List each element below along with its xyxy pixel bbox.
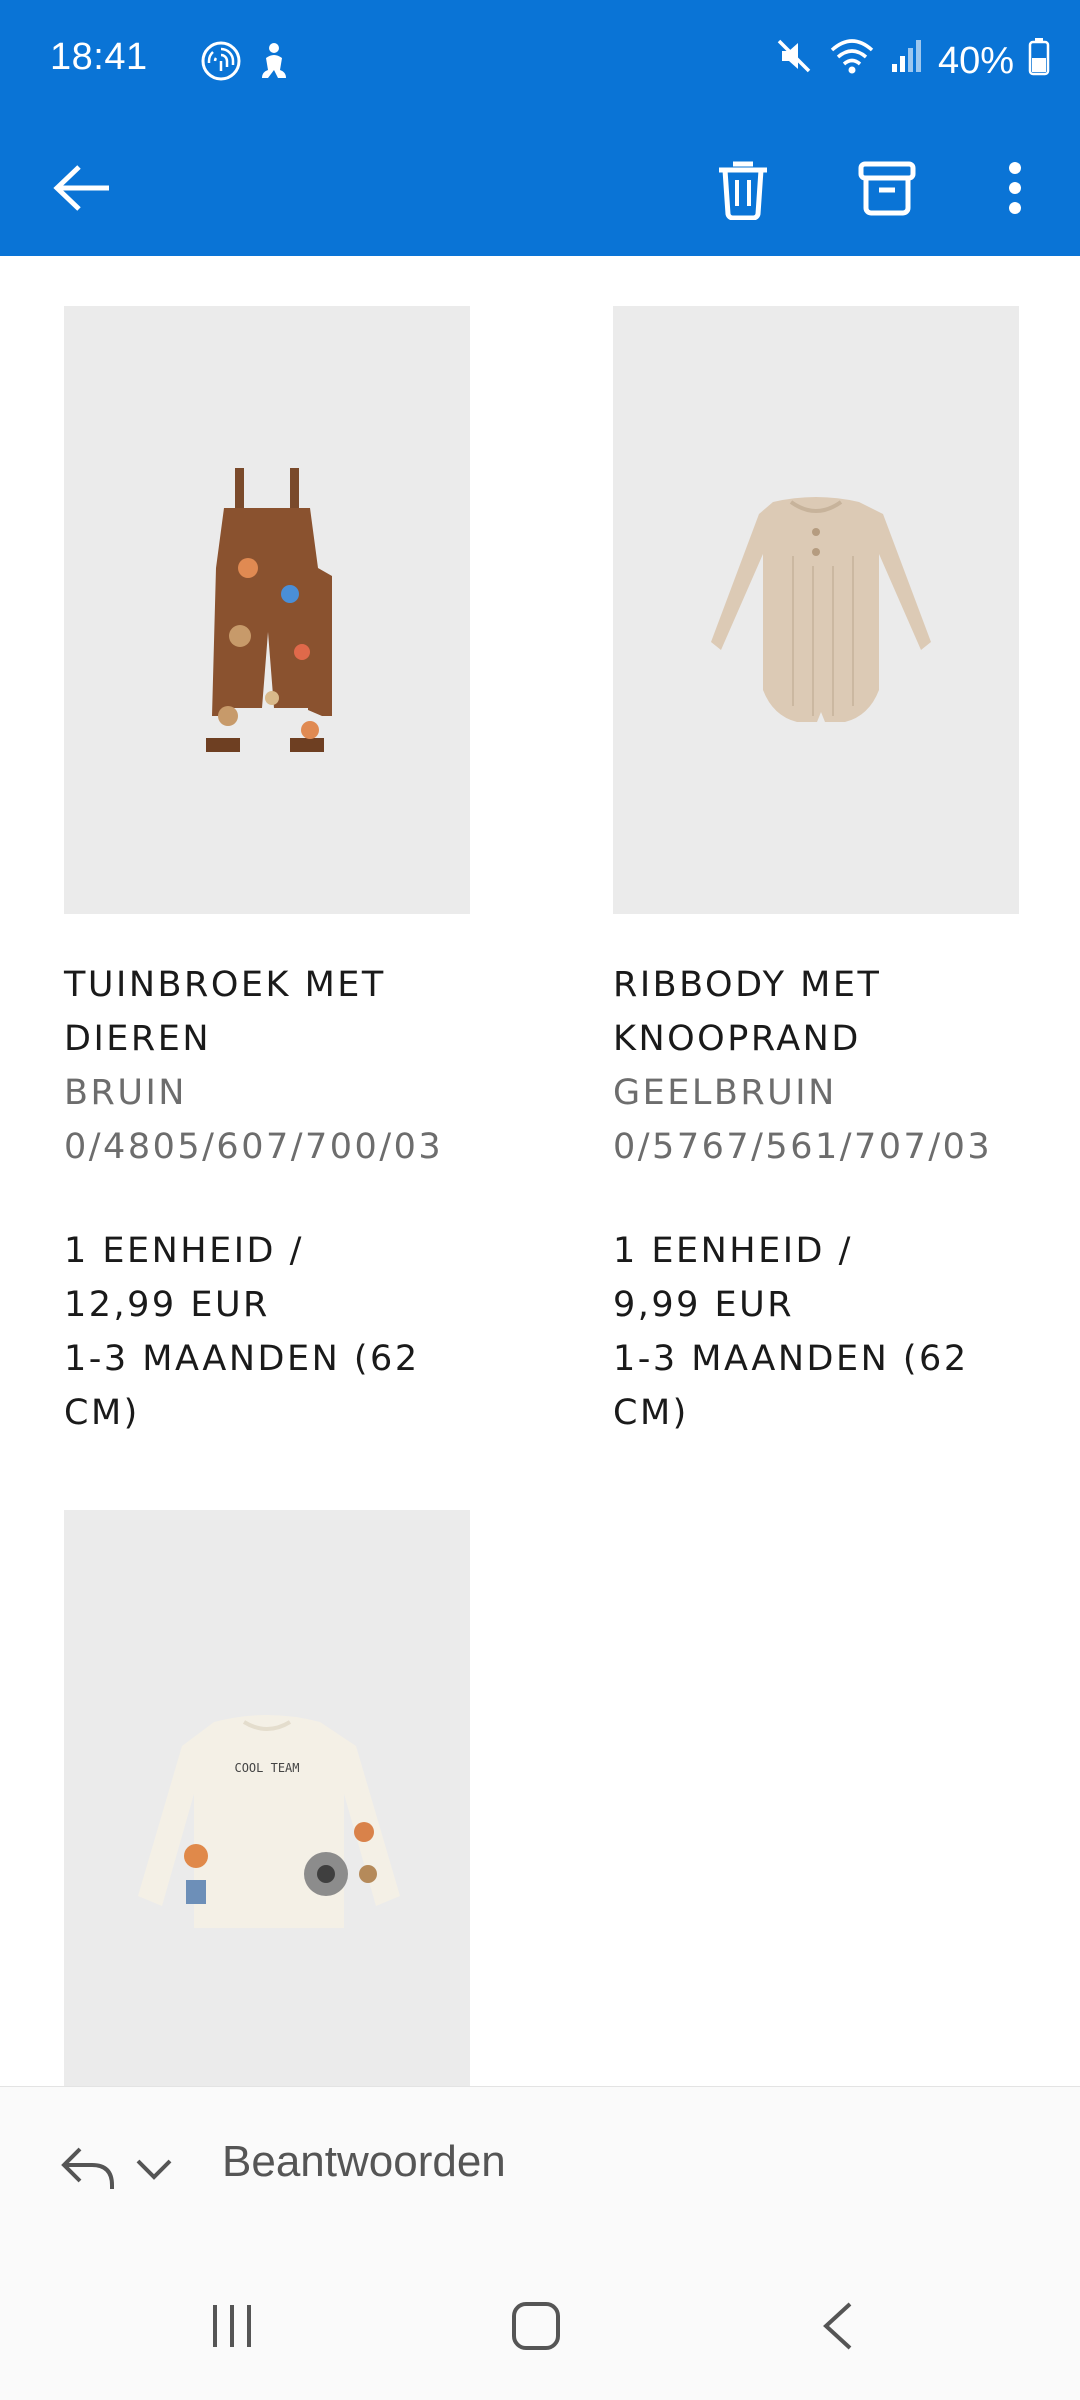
product-reference: 0/4805/607/700/03 [64, 1127, 444, 1167]
product-size: 1-3 MAANDEN (62 CM) [64, 1339, 420, 1433]
more-options-button[interactable] [960, 124, 1070, 256]
fingerprint-icon [200, 40, 242, 87]
product-image[interactable] [613, 306, 1019, 914]
status-left-icons [200, 40, 292, 87]
product-card: TUINBROEK MET DIEREN BRUIN 0/4805/607/70… [64, 306, 470, 1440]
status-time: 18:41 [50, 36, 148, 78]
print-text: COOL TEAM [234, 1761, 299, 1775]
back-button[interactable] [28, 124, 138, 256]
delete-button[interactable] [688, 124, 798, 256]
trash-icon [713, 156, 773, 225]
product-image[interactable] [64, 306, 470, 914]
chevron-down-icon[interactable] [134, 2157, 174, 2186]
reply-icon[interactable] [58, 2143, 118, 2198]
back-icon [820, 2300, 856, 2357]
home-button[interactable] [466, 2256, 606, 2400]
reply-button[interactable]: Beantwoorden [222, 2137, 506, 2187]
nav-back-button[interactable] [768, 2256, 908, 2400]
app-bar [0, 124, 1080, 256]
product-card: RIBBODY MET KNOOPRAND GEELBRUIN 0/5767/5… [613, 306, 1019, 1440]
email-body: TUINBROEK MET DIEREN BRUIN 0/4805/607/70… [0, 256, 1080, 2086]
signal-icon [890, 36, 924, 86]
recent-apps-button[interactable] [162, 2256, 302, 2400]
overalls-illustration [206, 468, 332, 752]
product-quantity: 1 EENHEID / [613, 1231, 853, 1271]
status-bar: 18:41 40% [0, 0, 1080, 124]
archive-button[interactable] [832, 124, 942, 256]
product-details: TUINBROEK MET DIEREN BRUIN 0/4805/607/70… [64, 958, 470, 1440]
battery-icon [1028, 36, 1050, 86]
product-price: 12,99 EUR [64, 1285, 270, 1325]
bodysuit-illustration [711, 497, 931, 722]
wifi-icon [828, 36, 876, 86]
status-right: 40% [774, 36, 1050, 86]
home-icon [510, 2300, 562, 2357]
back-arrow-icon [53, 163, 113, 218]
mute-icon [774, 36, 814, 86]
product-card: COOL TEAM [64, 1510, 470, 2086]
reply-bar: Beantwoorden [0, 2086, 1080, 2256]
more-vertical-icon [1005, 158, 1025, 223]
product-reference: 0/5767/561/707/03 [613, 1127, 993, 1167]
product-image[interactable]: COOL TEAM [64, 1510, 470, 2086]
product-color: BRUIN [64, 1073, 187, 1113]
archive-icon [857, 158, 917, 223]
system-nav-bar [0, 2256, 1080, 2400]
product-size: 1-3 MAANDEN (62 CM) [613, 1339, 969, 1433]
product-details: RIBBODY MET KNOOPRAND GEELBRUIN 0/5767/5… [613, 958, 1019, 1440]
product-name: RIBBODY MET KNOOPRAND [613, 965, 882, 1059]
sweatshirt-illustration: COOL TEAM [138, 1715, 400, 1928]
product-name: TUINBROEK MET DIEREN [64, 965, 386, 1059]
product-color: GEELBRUIN [613, 1073, 837, 1113]
product-quantity: 1 EENHEID / [64, 1231, 304, 1271]
recent-apps-icon [207, 2301, 257, 2356]
product-price: 9,99 EUR [613, 1285, 795, 1325]
battery-percentage: 40% [937, 39, 1014, 82]
accessibility-icon [256, 40, 292, 87]
